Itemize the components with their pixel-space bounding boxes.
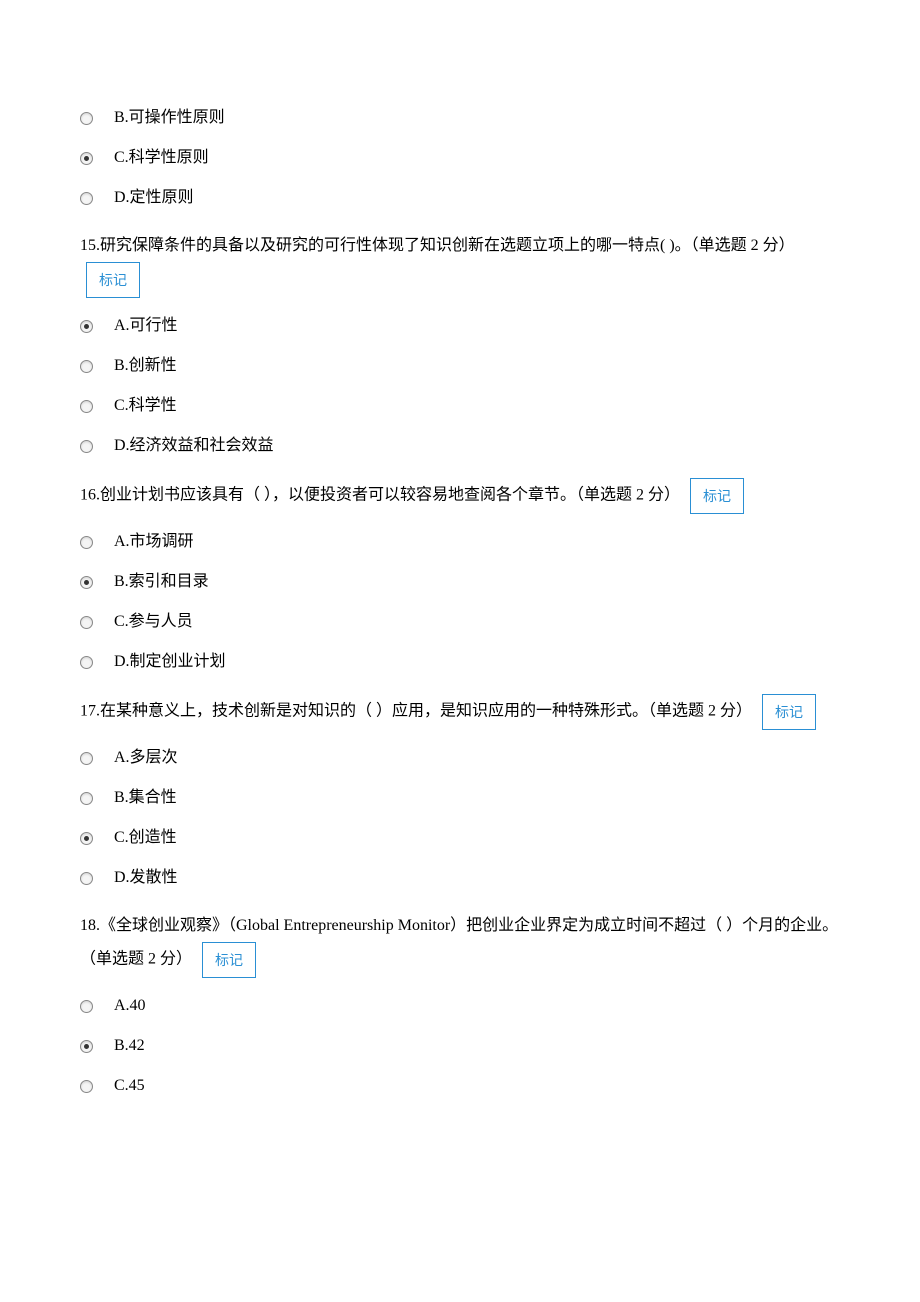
- option-label: C.科学性原则: [114, 146, 209, 170]
- radio-button[interactable]: [80, 616, 93, 629]
- radio-button[interactable]: [80, 1040, 93, 1053]
- question-16: 16.创业计划书应该具有（ ），以便投资者可以较容易地查阅各个章节。（单选题 2…: [80, 478, 840, 514]
- option-row: A.多层次: [80, 746, 840, 770]
- option-label: A.40: [114, 994, 146, 1018]
- option-row: C.45: [80, 1074, 840, 1098]
- radio-wrap: [80, 872, 110, 885]
- option-label: D.定性原则: [114, 186, 194, 210]
- radio-wrap: [80, 832, 110, 845]
- option-label: B.创新性: [114, 354, 177, 378]
- option-row: B.可操作性原则: [80, 106, 840, 130]
- option-label: B.集合性: [114, 786, 177, 810]
- radio-wrap: [80, 792, 110, 805]
- radio-button[interactable]: [80, 792, 93, 805]
- mark-button[interactable]: 标记: [202, 942, 256, 978]
- option-label: C.创造性: [114, 826, 177, 850]
- option-row: C.科学性: [80, 394, 840, 418]
- option-label: A.多层次: [114, 746, 178, 770]
- radio-button[interactable]: [80, 400, 93, 413]
- radio-wrap: [80, 1080, 110, 1093]
- option-row: D.定性原则: [80, 186, 840, 210]
- radio-button[interactable]: [80, 112, 93, 125]
- radio-wrap: [80, 112, 110, 125]
- option-label: B.可操作性原则: [114, 106, 225, 130]
- radio-wrap: [80, 616, 110, 629]
- radio-button[interactable]: [80, 752, 93, 765]
- option-row: A.市场调研: [80, 530, 840, 554]
- radio-button[interactable]: [80, 832, 93, 845]
- option-label: A.市场调研: [114, 530, 194, 554]
- option-row: C.参与人员: [80, 610, 840, 634]
- radio-wrap: [80, 752, 110, 765]
- radio-button[interactable]: [80, 192, 93, 205]
- radio-button[interactable]: [80, 656, 93, 669]
- radio-button[interactable]: [80, 1080, 93, 1093]
- option-label: A.可行性: [114, 314, 178, 338]
- mark-button[interactable]: 标记: [86, 262, 140, 298]
- option-label: C.参与人员: [114, 610, 193, 634]
- option-label: B.42: [114, 1034, 145, 1058]
- question-17: 17.在某种意义上，技术创新是对知识的（ ）应用，是知识应用的一种特殊形式。（单…: [80, 694, 840, 730]
- radio-button[interactable]: [80, 440, 93, 453]
- radio-wrap: [80, 1040, 110, 1053]
- option-row: A.40: [80, 994, 840, 1018]
- radio-button[interactable]: [80, 1000, 93, 1013]
- radio-wrap: [80, 1000, 110, 1013]
- radio-wrap: [80, 320, 110, 333]
- radio-wrap: [80, 192, 110, 205]
- mark-button[interactable]: 标记: [762, 694, 816, 730]
- mark-button[interactable]: 标记: [690, 478, 744, 514]
- option-row: D.发散性: [80, 866, 840, 890]
- option-label: B.索引和目录: [114, 570, 209, 594]
- radio-wrap: [80, 152, 110, 165]
- option-row: A.可行性: [80, 314, 840, 338]
- question-text: 18.《全球创业观察》（Global Entrepreneurship Moni…: [80, 917, 838, 968]
- option-row: C.创造性: [80, 826, 840, 850]
- option-row: B.42: [80, 1034, 840, 1058]
- question-15: 15.研究保障条件的具备以及研究的可行性体现了知识创新在选题立项上的哪一特点( …: [80, 230, 840, 298]
- option-row: B.创新性: [80, 354, 840, 378]
- question-text: 16.创业计划书应该具有（ ），以便投资者可以较容易地查阅各个章节。（单选题 2…: [80, 487, 680, 504]
- radio-button[interactable]: [80, 320, 93, 333]
- radio-wrap: [80, 576, 110, 589]
- option-row: B.索引和目录: [80, 570, 840, 594]
- option-label: C.科学性: [114, 394, 177, 418]
- option-label: D.制定创业计划: [114, 650, 226, 674]
- radio-wrap: [80, 536, 110, 549]
- option-row: C.科学性原则: [80, 146, 840, 170]
- radio-wrap: [80, 360, 110, 373]
- radio-button[interactable]: [80, 576, 93, 589]
- option-row: D.经济效益和社会效益: [80, 434, 840, 458]
- radio-button[interactable]: [80, 360, 93, 373]
- radio-button[interactable]: [80, 872, 93, 885]
- radio-wrap: [80, 656, 110, 669]
- option-row: B.集合性: [80, 786, 840, 810]
- option-label: C.45: [114, 1074, 145, 1098]
- radio-button[interactable]: [80, 536, 93, 549]
- option-label: D.发散性: [114, 866, 178, 890]
- question-18: 18.《全球创业观察》（Global Entrepreneurship Moni…: [80, 910, 840, 978]
- option-label: D.经济效益和社会效益: [114, 434, 274, 458]
- option-row: D.制定创业计划: [80, 650, 840, 674]
- radio-wrap: [80, 400, 110, 413]
- radio-wrap: [80, 440, 110, 453]
- question-text: 17.在某种意义上，技术创新是对知识的（ ）应用，是知识应用的一种特殊形式。（单…: [80, 703, 752, 720]
- question-text: 15.研究保障条件的具备以及研究的可行性体现了知识创新在选题立项上的哪一特点( …: [80, 237, 795, 254]
- radio-button[interactable]: [80, 152, 93, 165]
